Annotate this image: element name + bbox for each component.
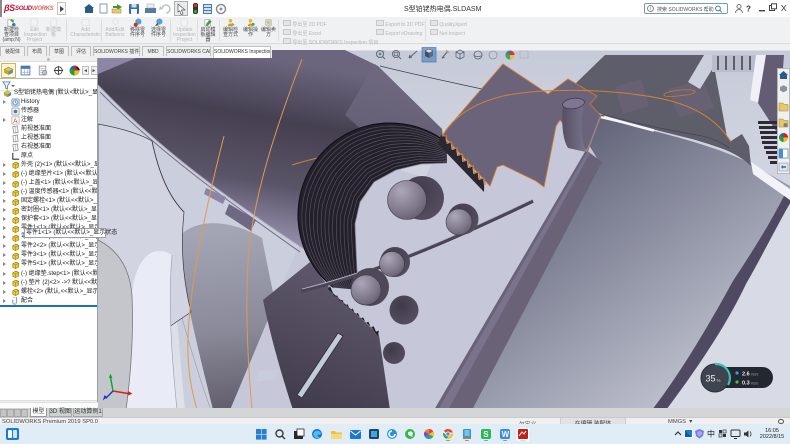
svg-text:W: W (502, 430, 510, 439)
svg-text:%: % (717, 378, 721, 383)
svg-text:0.3: 0.3 (742, 381, 750, 387)
svg-text:KB/s: KB/s (751, 382, 759, 386)
svg-text:2.6: 2.6 (742, 372, 750, 378)
svg-text:35: 35 (706, 374, 716, 384)
svg-text:中: 中 (707, 429, 715, 439)
svg-text:?: ? (746, 5, 751, 14)
svg-text:KB/s: KB/s (751, 373, 759, 377)
svg-text:S: S (483, 430, 489, 439)
